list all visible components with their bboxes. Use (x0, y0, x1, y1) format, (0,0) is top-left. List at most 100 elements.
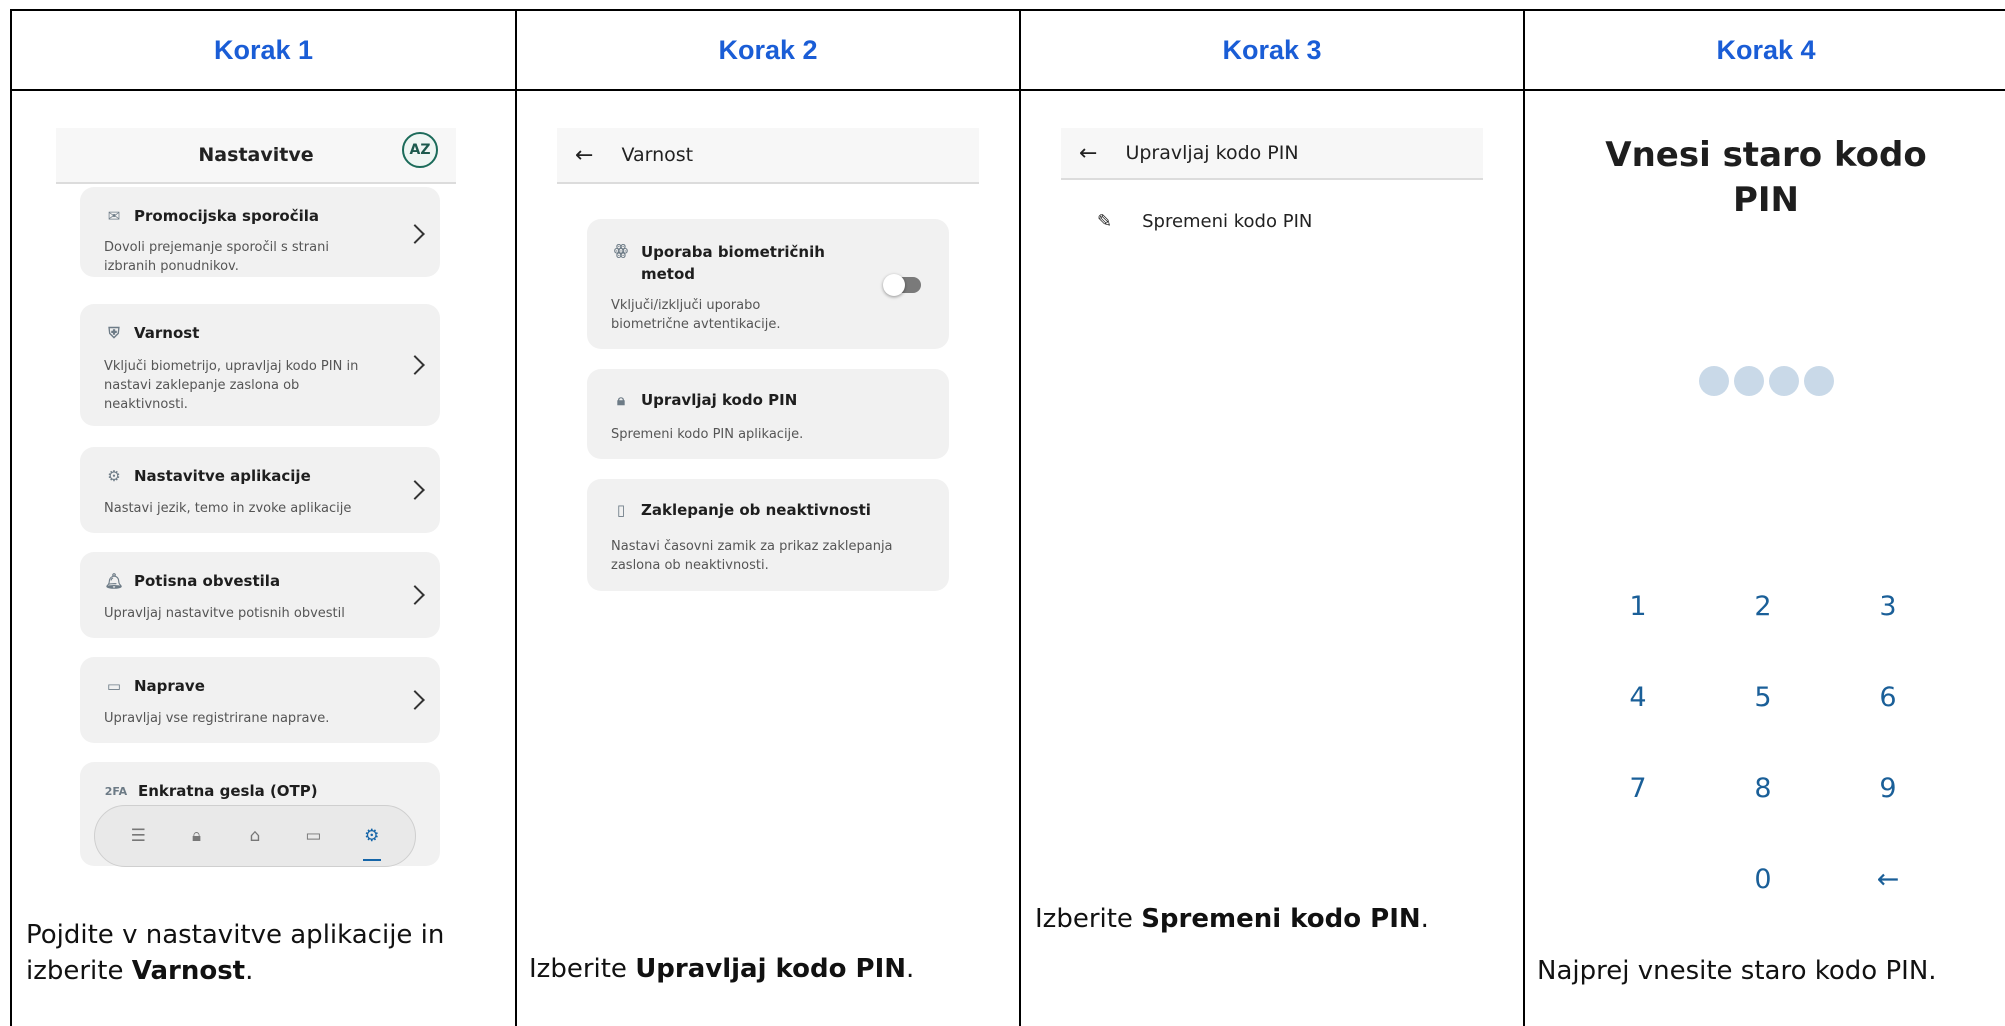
lock-icon[interactable]: 🔒︎ (185, 825, 209, 847)
list-icon[interactable]: ☰ (126, 825, 150, 847)
phone-lock-icon: ▯ (616, 501, 626, 519)
shield-icon: ⛨ (108, 324, 120, 342)
settings-item-app-settings[interactable]: ⚙ Nastavitve aplikacije Nastavi jezik, te… (80, 447, 440, 533)
pin-dot (1768, 366, 1799, 396)
biometrics-toggle[interactable] (883, 274, 921, 296)
settings-icon[interactable]: ⚙ (360, 825, 384, 861)
caption-end: . (245, 956, 254, 986)
settings-item-label: Varnost (134, 324, 200, 342)
manage-pin-desc: Spremeni kodo PIN aplikacije. (611, 427, 804, 442)
step-4-title: Korak 4 (1716, 34, 1816, 65)
step-1-header: Korak 1 (12, 11, 515, 91)
avatar[interactable]: AZ (402, 132, 438, 168)
lock-icon: 🔒︎ (617, 391, 625, 409)
bottom-navbar: ☰ 🔒︎ ⌂ ▭ ⚙ (94, 805, 416, 867)
caption-bold: Upravljaj kodo PIN (635, 954, 907, 984)
step-1-title: Korak 1 (213, 34, 314, 65)
keypad-6[interactable]: 6 (1858, 682, 1918, 713)
chevron-right-icon (405, 480, 425, 500)
settings-item-desc: Vključi biometrijo, upravljaj kodo PIN i… (104, 359, 359, 412)
settings-item-security[interactable]: ⛨ Varnost Vključi biometrijo, upravljaj k… (80, 304, 440, 426)
keypad-1[interactable]: 1 (1608, 591, 1668, 622)
keypad-5[interactable]: 5 (1733, 682, 1793, 713)
settings-item-label: Promocijska sporočila (134, 207, 320, 225)
caption-end: . (906, 954, 915, 984)
step-3-caption: Izberite Spremeni kodo PIN. (1035, 901, 1505, 937)
settings-topbar: Nastavitve AZ (56, 128, 456, 184)
step-4-column: Korak 4 Vnesi staro kodo PIN 1 2 3 4 5 6… (1525, 11, 2005, 1026)
settings-item-promotions[interactable]: ✉ Promocijska sporočila Dovoli prejemanje… (80, 187, 440, 277)
settings-item-push-notifications[interactable]: 🔔︎ Potisna obvestila Upravljaj nastavitve… (80, 552, 440, 638)
manage-pin-title: Upravljaj kodo PIN (1125, 142, 1299, 164)
devices-icon: ▭ (106, 677, 122, 695)
caption-bold: Spremeni kodo PIN (1141, 904, 1421, 934)
settings-item-desc: Upravljaj vse registrirane naprave. (104, 711, 330, 726)
step-2-column: Korak 2 ← Varnost ꙮ Uporaba biometričnih … (517, 11, 1021, 1026)
step-4-caption: Najprej vnesite staro kodo PIN. (1537, 956, 1937, 986)
gear-icon: ⚙ (107, 467, 121, 485)
title-line-2: PIN (1732, 180, 1800, 220)
manage-pin-topbar: ← Upravljaj kodo PIN (1061, 128, 1483, 180)
home-icon[interactable]: ⌂ (243, 825, 267, 847)
change-pin-row[interactable]: ✎ Spremeni kodo PIN (1097, 211, 1312, 232)
caption-text: Izberite (1035, 904, 1142, 934)
keypad-9[interactable]: 9 (1858, 773, 1918, 804)
settings-title: Nastavitve (198, 144, 314, 166)
settings-item-devices[interactable]: ▭ Naprave Upravljaj vse registrirane napr… (80, 657, 440, 743)
settings-item-desc: Dovoli prejemanje sporočil s strani izbr… (104, 240, 329, 274)
back-arrow-icon[interactable]: ← (1079, 141, 1097, 166)
backspace-icon[interactable]: ← (1858, 864, 1918, 895)
caption-end: . (1420, 904, 1429, 934)
title-line-1: Vnesi staro kodo (1605, 135, 1927, 175)
chevron-right-icon (405, 355, 425, 375)
step-1-column: Korak 1 Nastavitve AZ ✉ Promocijska sporo… (12, 11, 517, 1026)
chevron-right-icon (405, 585, 425, 605)
manage-pin-item[interactable]: 🔒︎ Upravljaj kodo PIN Spremeni kodo PIN a… (587, 369, 949, 459)
keypad-3[interactable]: 3 (1858, 591, 1918, 622)
pin-dot (1733, 366, 1764, 396)
change-pin-label: Spremeni kodo PIN (1142, 211, 1313, 232)
step-2-header: Korak 2 (517, 11, 1019, 91)
bell-icon: 🔔︎ (104, 572, 124, 590)
security-topbar: ← Varnost (557, 128, 979, 184)
step-3-header: Korak 3 (1021, 11, 1523, 91)
manage-pin-label: Upravljaj kodo PIN (641, 391, 798, 409)
step-1-caption: Pojdite v nastavitve aplikacije in izber… (26, 917, 446, 989)
keypad-4[interactable]: 4 (1608, 682, 1668, 713)
biometrics-desc: Vključi/izključi uporabo biometrične avt… (611, 298, 781, 332)
step-4-header: Korak 4 (1525, 11, 2005, 91)
biometrics-label: Uporaba biometričnih metod (641, 243, 825, 283)
step-2-title: Korak 2 (718, 34, 818, 65)
enter-old-pin-title: Vnesi staro kodo PIN (1525, 133, 2005, 223)
keypad-8[interactable]: 8 (1733, 773, 1793, 804)
caption-text: Izberite (529, 954, 636, 984)
step-2-caption: Izberite Upravljaj kodo PIN. (529, 951, 989, 987)
caption-bold: Varnost (131, 956, 246, 986)
keypad-7[interactable]: 7 (1608, 773, 1668, 804)
back-arrow-icon[interactable]: ← (575, 143, 593, 168)
card-icon[interactable]: ▭ (301, 825, 325, 847)
settings-item-label: Naprave (134, 677, 205, 695)
2fa-icon: 2FA (104, 784, 128, 798)
keypad-0[interactable]: 0 (1733, 864, 1793, 895)
biometrics-item[interactable]: ꙮ Uporaba biometričnih metod Vključi/izkl… (587, 219, 949, 349)
step-3-column: Korak 3 ← Upravljaj kodo PIN ✎ Spremeni … (1021, 11, 1525, 1026)
inactivity-lock-item[interactable]: ▯ Zaklepanje ob neaktivnosti Nastavi časo… (587, 479, 949, 591)
settings-item-label: Enkratna gesla (OTP) (138, 782, 318, 800)
settings-item-label: Potisna obvestila (134, 572, 281, 590)
fingerprint-icon: ꙮ (613, 241, 629, 259)
inactivity-lock-label: Zaklepanje ob neaktivnosti (641, 501, 871, 519)
pin-dot (1698, 366, 1729, 396)
step-3-title: Korak 3 (1222, 34, 1322, 65)
chevron-right-icon (405, 690, 425, 710)
chevron-right-icon (405, 224, 425, 244)
settings-item-label: Nastavitve aplikacije (134, 467, 311, 485)
settings-item-desc: Upravljaj nastavitve potisnih obvestil (104, 606, 345, 621)
pencil-icon: ✎ (1097, 211, 1113, 232)
settings-item-desc: Nastavi jezik, temo in zvoke aplikacije (104, 501, 352, 516)
pin-dot (1803, 366, 1834, 396)
security-title: Varnost (621, 144, 694, 166)
keypad-2[interactable]: 2 (1733, 591, 1793, 622)
mail-icon: ✉ (107, 207, 121, 225)
steps-table: Korak 1 Nastavitve AZ ✉ Promocijska sporo… (10, 9, 2005, 1026)
